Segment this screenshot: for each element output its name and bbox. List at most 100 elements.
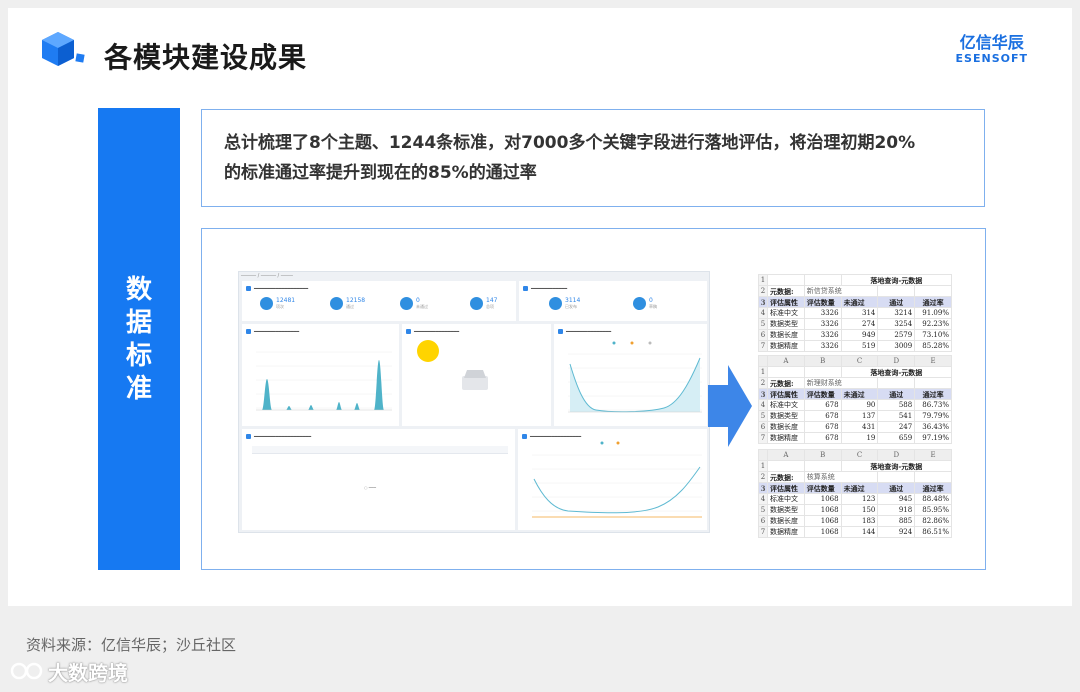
value-cell: 885 [877, 515, 916, 527]
brand-logo: 亿信华辰 ESENSOFT [955, 33, 1028, 66]
attribute-cell: 标准中文 [767, 399, 805, 411]
summary-line: 总计梳理了8个主题、1244条标准，对7000多个关键字段进行落地评估，将治理初… [224, 133, 916, 153]
dashboard-card-spike-chart: ━━━━━━━━━━━━━━━ [242, 324, 399, 426]
dashboard-screenshot: ───── / ───── / ──── ━━━━━━━━━━━━━━━━━━ … [238, 271, 710, 533]
cell [767, 366, 805, 378]
spreadsheet-3: A B C D E 1 落地查询-元数据 2 元数据: 核算系统 3 评估属性 评估数量 未通过 通过 通过率… [758, 449, 953, 538]
value-cell: 3326 [803, 340, 842, 352]
card-title: ━━━━━━━━━━━━ [531, 286, 568, 292]
column-letter: B [803, 449, 842, 461]
column-letter: B [803, 355, 842, 367]
stat-value: 147 [486, 297, 498, 304]
cell [914, 285, 952, 297]
value-cell: 123 [840, 493, 879, 505]
value-cell: 90 [840, 399, 879, 411]
corner-cell [758, 449, 768, 461]
column-header: 评估数量 [803, 482, 842, 494]
column-header: 通过 [877, 482, 916, 494]
stat-value: 12481 [276, 297, 296, 304]
value-cell: 97.19% [914, 432, 952, 444]
section-sidebar: 数 据 标 准 [98, 108, 180, 570]
table-row: 4 标准中文 3326 314 3214 91.09% [758, 307, 952, 319]
column-header: 评估属性 [767, 388, 805, 400]
stat-icon [330, 297, 343, 310]
value-cell: 144 [840, 526, 879, 538]
dashboard-card-overview: ━━━━━━━━━━━━━━━━━━ 12481 项次 12158 通过 0 未… [242, 281, 516, 321]
system-label: 元数据: [767, 377, 805, 389]
table-row: 4 标准中文 1068 123 945 88.48% [758, 493, 952, 505]
value-cell: 588 [877, 399, 916, 411]
brand-name-cn: 亿信华辰 [959, 33, 1024, 52]
column-letter: E [914, 449, 952, 461]
summary-line: 的标准通过率提升到现在的85%的通过率 [224, 163, 537, 183]
value-cell: 431 [840, 421, 879, 433]
row-number: 4 [758, 493, 768, 505]
column-letter: E [914, 355, 952, 367]
value-cell: 91.09% [914, 307, 952, 319]
stat-label: 已发布 [565, 304, 577, 309]
attribute-cell: 数据精度 [767, 340, 805, 352]
column-header: 评估数量 [803, 296, 842, 308]
table-row: 6 数据长度 3326 949 2579 73.10% [758, 329, 952, 341]
source-caption: 资料来源：亿信华辰；沙丘社区 [26, 636, 237, 654]
system-label: 元数据: [767, 471, 805, 483]
highlight-dot-icon [417, 340, 439, 362]
brand-name-en: ESENSOFT [955, 52, 1028, 65]
card-icon [523, 286, 528, 291]
system-row: 2 元数据: 核算系统 [758, 471, 952, 483]
summary-box: 总计梳理了8个主题、1244条标准，对7000多个关键字段进行落地评估，将治理初… [201, 109, 985, 207]
value-cell: 678 [803, 410, 842, 422]
value-cell: 519 [840, 340, 879, 352]
value-cell: 1068 [803, 504, 842, 516]
column-header: 未通过 [840, 296, 879, 308]
column-letter: C [840, 449, 879, 461]
sidebar-char: 准 [125, 374, 152, 404]
value-cell: 137 [840, 410, 879, 422]
table-row: 7 数据精度 1068 144 924 86.51% [758, 526, 952, 538]
value-cell: 678 [803, 421, 842, 433]
dashboard-card-line-chart: ━━━━━━━━━━━━━━━━━ [518, 429, 707, 530]
watermark-text: 大数跨境 [48, 661, 128, 685]
right-arrow-icon [708, 365, 752, 447]
header-row: 3 评估属性 评估数量 未通过 通过 通过率 [758, 296, 952, 308]
row-number: 3 [758, 388, 768, 400]
table-row: 7 数据精度 678 19 659 97.19% [758, 432, 952, 444]
column-header: 未通过 [840, 482, 879, 494]
sidebar-char: 据 [125, 308, 152, 338]
spreadsheet-table: A B C D E 1 落地查询-元数据 2 元数据: 核算系统 3 评估属性 评估数量 未通过 通过 通过率… [758, 449, 953, 538]
card-icon [406, 329, 411, 334]
value-cell: 79.79% [914, 410, 952, 422]
attribute-cell: 数据类型 [767, 410, 805, 422]
value-cell: 183 [840, 515, 879, 527]
row-number: 2 [758, 285, 768, 297]
row-number: 1 [758, 274, 768, 286]
card-icon [246, 286, 251, 291]
sidebar-label: 数 据 标 准 [98, 274, 180, 406]
value-cell: 678 [803, 399, 842, 411]
row-number: 3 [758, 482, 768, 494]
value-cell: 3326 [803, 318, 842, 330]
system-row: 2 元数据: 新信贷系统 [758, 285, 952, 297]
line-chart-graphic [532, 441, 702, 518]
dashboard-card-trend-chart: ━━━━━━━━━━━━━━━ [554, 324, 707, 426]
dashboard-card-publish: ━━━━━━━━━━━━ 3114 已发布 0 草稿 [519, 281, 707, 321]
value-cell: 88.48% [914, 493, 952, 505]
stat-label: 总项 [486, 304, 494, 309]
column-header: 未通过 [840, 388, 879, 400]
stat-value: 12158 [346, 297, 366, 304]
row-number: 4 [758, 307, 768, 319]
dashboard-card-table: ━━━━━━━━━━━━━━━━━━━ ○ ━━━ [242, 429, 515, 530]
value-cell: 2579 [877, 329, 916, 341]
empty-inbox-icon [462, 370, 488, 390]
row-number: 6 [758, 421, 768, 433]
attribute-cell: 数据长度 [767, 515, 805, 527]
value-cell: 659 [877, 432, 916, 444]
column-letter: D [877, 355, 916, 367]
card-icon [246, 434, 251, 439]
page-title: 各模块建设成果 [104, 41, 308, 74]
row-number: 1 [758, 366, 768, 378]
cell [803, 460, 842, 472]
column-header: 评估属性 [767, 296, 805, 308]
title-row: 1 落地查询-元数据 [758, 274, 953, 286]
spreadsheet-table: 1 落地查询-元数据 2 元数据: 新信贷系统 3 评估属性 评估数量 未通过 通过 通过率 4 标准中… [758, 274, 953, 352]
